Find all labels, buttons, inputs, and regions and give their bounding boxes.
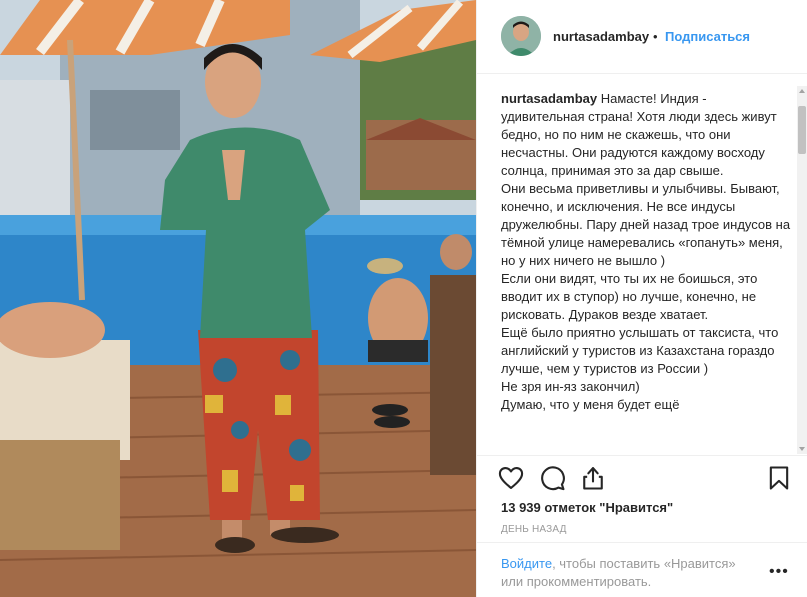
bookmark-icon[interactable] <box>765 464 793 492</box>
login-prompt-text: Войдите, чтобы поставить «Нравится» или … <box>501 555 761 591</box>
caption-paragraph: nurtasadambay Намасте! Индия - удивитель… <box>501 90 793 414</box>
caption-text: Намасте! Индия - удивительная страна! Хо… <box>501 91 791 412</box>
post-caption: nurtasadambay Намасте! Индия - удивитель… <box>501 90 793 454</box>
follow-button[interactable]: Подписаться <box>665 29 750 44</box>
scroll-up-arrow-icon[interactable] <box>799 89 805 93</box>
comment-icon[interactable] <box>538 464 566 492</box>
login-prompt: Войдите, чтобы поставить «Нравится» или … <box>477 542 807 597</box>
post-photo[interactable] <box>0 0 476 597</box>
post-sidebar: nurtasadambay • Подписаться nurtasadamba… <box>476 0 807 597</box>
avatar-image <box>501 16 541 56</box>
caption-scrollbar[interactable] <box>797 86 807 454</box>
caption-author-link[interactable]: nurtasadambay <box>501 91 597 106</box>
scrollbar-thumb[interactable] <box>798 106 806 154</box>
action-bar <box>477 455 807 499</box>
post-timestamp[interactable]: ДЕНЬ НАЗАД <box>501 524 567 535</box>
photo-illustration <box>0 0 476 597</box>
separator-dot: • <box>653 29 658 44</box>
username-link[interactable]: nurtasadambay <box>553 29 649 44</box>
likes-count[interactable]: 13 939 отметок "Нравится" <box>501 500 673 515</box>
post-header: nurtasadambay • Подписаться <box>477 0 807 74</box>
more-options-icon[interactable]: ••• <box>769 563 789 581</box>
heart-icon[interactable] <box>497 464 525 492</box>
scroll-down-arrow-icon[interactable] <box>799 447 805 451</box>
share-icon[interactable] <box>579 464 607 492</box>
avatar[interactable] <box>501 16 541 56</box>
login-link[interactable]: Войдите <box>501 556 552 571</box>
